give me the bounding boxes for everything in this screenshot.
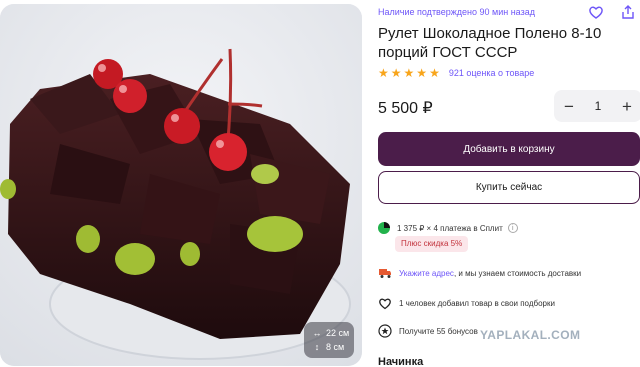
truck-icon: [378, 266, 392, 280]
star-rating: ★ ★ ★ ★ ★: [378, 67, 440, 79]
collections-text: 1 человек добавил товар в свои подборки: [399, 298, 555, 308]
qty-minus-button[interactable]: −: [562, 98, 576, 115]
resize-horizontal-icon: ↔: [312, 328, 322, 338]
dimension-height: 8 см: [326, 342, 345, 352]
product-price: 5 500 ₽: [378, 100, 433, 117]
section-title: Начинка: [378, 356, 424, 367]
qty-plus-button[interactable]: +: [620, 98, 634, 115]
star-icon: ★: [390, 66, 402, 80]
bonus-text: Получите 55 бонусов: [399, 326, 478, 336]
share-icon[interactable]: [620, 4, 636, 20]
star-icon: ★: [429, 66, 440, 80]
heart-outline-icon: [378, 296, 392, 310]
dimension-length: 22 см: [326, 328, 350, 338]
info-icon[interactable]: i: [507, 223, 518, 233]
heart-icon[interactable]: [588, 4, 604, 20]
cake-image: [0, 4, 362, 366]
delivery-text: , и мы узнаем стоимость доставки: [453, 268, 582, 278]
dimensions-badge: ↔ 22 см ↕ 8 см: [304, 322, 354, 358]
quantity-stepper: − 1 +: [554, 90, 640, 122]
split-text: 1 375 ₽ × 4 платежа в Сплит: [397, 223, 503, 233]
add-to-cart-button[interactable]: Добавить в корзину: [378, 132, 640, 166]
bonus-star-icon: [378, 324, 392, 338]
product-info-panel: Наличие подтверждено 90 мин назад Рулет …: [378, 0, 640, 367]
buy-now-button[interactable]: Купить сейчас: [378, 171, 640, 204]
availability-note: Наличие подтверждено 90 мин назад: [378, 7, 535, 17]
product-photo[interactable]: ↔ 22 см ↕ 8 см: [0, 4, 362, 366]
rating-row[interactable]: ★ ★ ★ ★ ★ 921 оценка о товаре: [378, 67, 534, 79]
star-icon: ★: [378, 66, 389, 80]
collections-row: 1 человек добавил товар в свои подборки: [378, 296, 555, 310]
watermark: YAPLAKAL.COM: [480, 328, 581, 342]
delivery-row: Укажите адрес , и мы узнаем стоимость до…: [378, 266, 581, 280]
split-payment[interactable]: 1 375 ₽ × 4 платежа в Сплит i: [378, 222, 518, 234]
resize-vertical-icon: ↕: [314, 342, 320, 352]
qty-value: 1: [594, 99, 602, 113]
split-logo-icon: [378, 222, 390, 234]
specify-address-link[interactable]: Укажите адрес: [399, 269, 454, 278]
top-actions: [588, 4, 636, 20]
reviews-link[interactable]: 921 оценка о товаре: [449, 68, 534, 78]
discount-badge: Плюс скидка 5%: [395, 236, 469, 252]
bonus-row: Получите 55 бонусов: [378, 324, 478, 338]
star-icon: ★: [403, 66, 415, 80]
star-icon: ★: [416, 66, 428, 80]
product-title: Рулет Шоколадное Полено 8-10 порций ГОСТ…: [378, 25, 602, 61]
